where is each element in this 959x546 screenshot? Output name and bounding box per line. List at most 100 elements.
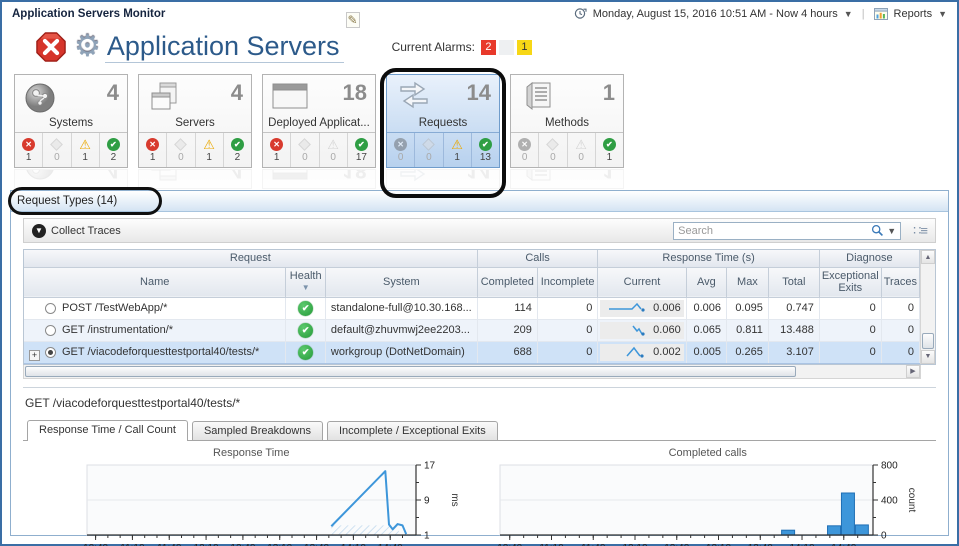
fatal-alarm-icon: ✕	[22, 137, 36, 151]
row-radio-button[interactable]	[45, 302, 56, 314]
scroll-up-arrow[interactable]: ▲	[921, 250, 935, 264]
table-row[interactable]: + GET /viacodeforquesttestportal40/tests/…	[24, 341, 921, 364]
request-name: GET /viacodeforquesttestportal40/tests/*	[62, 346, 260, 358]
incomplete-calls-cell: 0	[537, 319, 599, 342]
tile-wrap-requests: 14Requests✕00⚠1✔1314Requests✕00⚠1✔13	[380, 68, 506, 198]
scroll-down-arrow[interactable]: ▼	[921, 349, 935, 364]
tile-alarm-count: 1	[25, 151, 32, 163]
tile-servers[interactable]: 4 Servers ✕ 1 0 ⚠ 1 ✔ 2	[138, 74, 252, 168]
column-header-exceptional-exits[interactable]: Exceptional Exits	[819, 267, 882, 298]
warning-alarm-icon: ⚠	[451, 136, 463, 152]
svg-text:10:40: 10:40	[497, 543, 522, 546]
collect-traces-button[interactable]: ▼ Collect Traces	[32, 223, 121, 238]
column-header-incomplete[interactable]: Incomplete	[537, 267, 599, 298]
column-header-health[interactable]: Health ▼	[285, 267, 326, 298]
max-response-cell: 0.811	[726, 319, 769, 342]
tile-label: Systems	[48, 117, 94, 129]
table-row[interactable]: POST /TestWebApp/* ✔ standalone-full@10.30…	[24, 297, 921, 320]
traces-cell: 0	[881, 341, 921, 364]
tile-count: 4	[230, 80, 243, 105]
tab-response-time-call-count[interactable]: Response Time / Call Count	[27, 419, 188, 441]
deployed-applications-icon	[271, 81, 311, 116]
current-response-cell: 0.002	[597, 341, 687, 364]
current-response-value: 0.060	[653, 324, 681, 336]
search-options-caret[interactable]: ▼	[887, 226, 896, 236]
request-name: GET /instrumentation/*	[62, 324, 174, 336]
column-group-diagnose: Diagnose	[819, 250, 921, 268]
reports-icon	[873, 7, 888, 20]
max-response-cell: 0.095	[726, 297, 769, 320]
column-header-system[interactable]: System	[325, 267, 478, 298]
tile-reflection: 18Deployed Applicat...✕10⚠0✔17	[262, 169, 376, 189]
tile-label: Methods	[544, 117, 590, 129]
column-header-completed[interactable]: Completed	[477, 267, 538, 298]
row-radio-button[interactable]	[45, 346, 56, 358]
sort-arrow-icon[interactable]: ▼	[288, 282, 322, 294]
tile-alarm-count: 1	[82, 151, 88, 163]
exceptional-exits-cell: 0	[819, 341, 882, 364]
svg-text:11:40: 11:40	[581, 543, 606, 546]
svg-text:12:40: 12:40	[230, 543, 255, 546]
expand-row-icon[interactable]: +	[29, 350, 40, 361]
tile-alarm-count: 0	[578, 151, 584, 163]
request-types-table: Request Calls Response Time (s) Diagnose Nam…	[23, 249, 936, 365]
tile-wrap-servers: 4Servers✕10⚠1✔24Servers✕10⚠1✔2	[138, 74, 252, 192]
normal-state-icon: ✔	[230, 137, 244, 151]
exceptional-exits-cell: 0	[819, 297, 882, 320]
timerange-dropdown-caret[interactable]: ▼	[844, 9, 853, 19]
tab-incomplete-exceptional-exits[interactable]: Incomplete / Exceptional Exits	[326, 420, 498, 440]
column-header-max[interactable]: Max	[726, 267, 769, 298]
vertical-scroll-thumb[interactable]	[922, 332, 934, 349]
horizontal-scroll-thumb[interactable]	[25, 365, 796, 377]
exceptional-exits-cell: 0	[819, 319, 882, 342]
tile-alarm-cell: 0	[538, 133, 566, 167]
reports-dropdown-caret[interactable]: ▼	[938, 9, 947, 19]
stop-error-icon	[36, 32, 66, 62]
search-input[interactable]	[678, 224, 869, 237]
alarm-badge-2[interactable]: 1	[516, 39, 532, 55]
table-row[interactable]: GET /instrumentation/* ✔ default@zhuvmwj2e…	[24, 319, 921, 342]
svg-text:400: 400	[881, 495, 898, 506]
column-header-total[interactable]: Total	[768, 267, 820, 298]
row-radio-button[interactable]	[45, 324, 56, 336]
svg-text:12:40: 12:40	[664, 543, 689, 546]
tile-alarm-count: 1	[454, 151, 460, 163]
request-name-cell: + GET /viacodeforquesttestportal40/tests/…	[24, 341, 287, 364]
avg-response-cell: 0.065	[686, 319, 728, 342]
systems-icon	[23, 169, 57, 182]
search-icon[interactable]	[871, 224, 884, 237]
svg-text:14:10: 14:10	[341, 543, 366, 546]
system-cell: default@zhuvmwj2ee2203...	[325, 319, 478, 342]
tile-requests[interactable]: 14 Requests ✕ 0 0 ⚠ 1 ✔ 13	[386, 74, 500, 168]
tile-systems[interactable]: 4 Systems ✕ 1 0 ⚠ 1 ✔ 2	[14, 74, 128, 168]
horizontal-scrollbar[interactable]: ▶	[23, 364, 921, 379]
vertical-scrollbar[interactable]: ▲ ▼	[920, 250, 935, 364]
normal-state-icon: ✔	[354, 137, 368, 151]
column-header-current[interactable]: Current	[597, 267, 687, 298]
tile-alarm-count: 0	[550, 151, 556, 163]
tile-alarm-count: 0	[302, 151, 308, 163]
svg-text:12:10: 12:10	[194, 543, 219, 546]
column-header-name[interactable]: Name	[24, 267, 287, 298]
alarm-badge-1[interactable]	[498, 39, 514, 55]
tile-methods[interactable]: 1 Methods ✕ 0 0 ⚠ 0 ✔ 1	[510, 74, 624, 168]
tile-alarm-cell: ⚠ 0	[318, 133, 347, 167]
tile-alarm-count: 0	[521, 151, 528, 163]
tab-sampled-breakdowns[interactable]: Sampled Breakdowns	[191, 420, 323, 440]
column-header-traces[interactable]: Traces	[881, 267, 921, 298]
table-customizer-icon[interactable]: ∷≡	[913, 223, 928, 239]
tile-alarm-count: 2	[110, 151, 117, 163]
scroll-right-arrow[interactable]: ▶	[906, 364, 920, 378]
edit-title-icon[interactable]: ✎	[345, 12, 360, 28]
tile-alarm-count: 0	[426, 151, 432, 163]
search-box: ▼	[673, 221, 902, 240]
tile-alarm-cell: ✔ 2	[98, 133, 127, 167]
tile-deployed-applicat-[interactable]: 18 Deployed Applicat... ✕ 1 0 ⚠ 0 ✔ 17	[262, 74, 376, 168]
warning-alarm-icon: ⚠	[575, 136, 587, 152]
completed-calls-cell: 114	[477, 297, 538, 320]
reports-menu[interactable]: Reports	[894, 8, 933, 20]
alarm-badge-0[interactable]: 2	[480, 39, 496, 55]
tile-wrap-deployed-applicat-: 18Deployed Applicat...✕10⚠0✔1718Deployed…	[262, 74, 376, 192]
timerange-label[interactable]: Monday, August 15, 2016 10:51 AM - Now 4…	[593, 8, 838, 20]
column-header-avg[interactable]: Avg	[686, 267, 728, 298]
